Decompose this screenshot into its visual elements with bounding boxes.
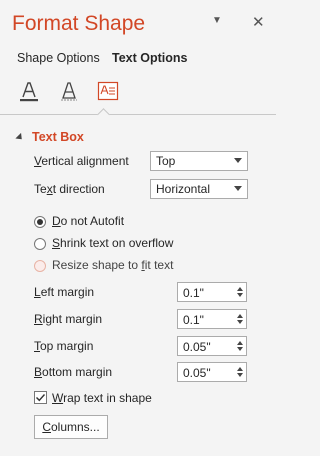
shrink-text-label[interactable]: Shrink text on overflow [52,236,173,250]
shrink-text-radio[interactable] [34,238,46,250]
text-direction-label: Text direction [34,182,105,196]
text-direction-dropdown[interactable]: Horizontal [150,179,248,199]
section-title: Text Box [32,130,84,144]
left-margin-label: Left margin [34,285,95,299]
top-margin-spinner[interactable]: 0.05" [177,336,247,356]
task-pane-options-icon[interactable]: ▼ [212,15,222,26]
textbox-icon[interactable] [95,78,121,104]
bottom-margin-label: Bottom margin [34,365,113,379]
spin-up-icon[interactable] [237,314,243,318]
left-margin-value[interactable]: 0.1" [183,286,204,300]
left-margin-spinner[interactable]: 0.1" [177,282,247,302]
do-not-autofit-radio[interactable] [34,216,46,228]
vertical-alignment-dropdown[interactable]: Top [150,151,248,171]
spin-up-icon[interactable] [237,367,243,371]
spin-down-icon[interactable] [237,347,243,351]
checkmark-icon [36,394,46,402]
resize-shape-label[interactable]: Resize shape to fit text [52,258,173,272]
right-margin-value[interactable]: 0.1" [183,313,204,327]
wrap-text-checkbox[interactable] [34,391,47,404]
close-icon[interactable]: ✕ [252,13,265,31]
tab-shape-options[interactable]: Shape Options [17,51,100,65]
top-margin-value[interactable]: 0.05" [183,340,211,354]
right-margin-label: Right margin [34,312,103,326]
spin-down-icon[interactable] [237,373,243,377]
spin-down-icon[interactable] [237,293,243,297]
collapse-arrow-icon [15,132,25,143]
text-direction-value: Horizontal [156,182,211,196]
spin-up-icon[interactable] [237,287,243,291]
chevron-down-icon [234,158,242,163]
resize-shape-radio[interactable] [34,260,46,272]
text-effects-icon[interactable] [56,78,82,104]
tab-divider [0,114,276,115]
do-not-autofit-label[interactable]: Do not Autofit [52,214,124,228]
section-header-text-box[interactable]: Text Box [15,130,84,144]
columns-button[interactable]: Columns... [34,415,108,439]
bottom-margin-spinner[interactable]: 0.05" [177,362,247,382]
vertical-alignment-label: Vertical alignment [34,154,129,168]
right-margin-spinner[interactable]: 0.1" [177,309,247,329]
spin-down-icon[interactable] [237,320,243,324]
pane-title: Format Shape [12,12,146,35]
top-margin-label: Top margin [34,339,94,353]
tab-text-options[interactable]: Text Options [112,51,187,65]
text-fill-icon[interactable] [16,78,42,104]
vertical-alignment-value: Top [156,154,176,168]
bottom-margin-value[interactable]: 0.05" [183,366,211,380]
spin-up-icon[interactable] [237,341,243,345]
chevron-down-icon [234,186,242,191]
wrap-text-label[interactable]: Wrap text in shape [52,391,152,405]
active-icon-pointer [97,108,110,121]
